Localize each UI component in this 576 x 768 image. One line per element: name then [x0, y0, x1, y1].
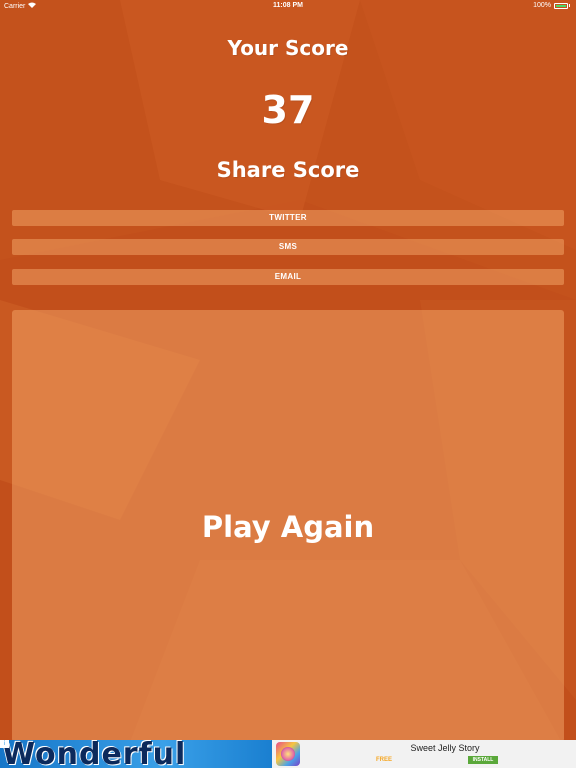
battery-icon: [554, 2, 568, 9]
status-time: 11:08 PM: [273, 2, 303, 9]
ad-info-icon[interactable]: i: [0, 740, 9, 748]
ad-install-button[interactable]: INSTALL: [468, 756, 498, 764]
play-again-button[interactable]: Play Again: [12, 310, 564, 742]
share-title: Share Score: [216, 158, 360, 182]
play-again-label: Play Again: [201, 510, 375, 544]
battery-percent: 100%: [533, 2, 551, 9]
ad-graphic-text: Wonderful: [2, 740, 187, 768]
ad-banner[interactable]: Wonderful i Sweet Jelly Story FREE INSTA…: [0, 740, 576, 768]
score-title: Your Score: [227, 36, 349, 60]
battery: 100%: [533, 2, 570, 9]
ad-app-icon[interactable]: [276, 742, 300, 766]
email-button[interactable]: EMAIL: [12, 269, 564, 285]
ad-app-title: Sweet Jelly Story: [410, 743, 480, 753]
ad-price: FREE: [376, 757, 393, 763]
status-bar: Carrier 11:08 PM 100%: [0, 0, 576, 12]
ad-graphic[interactable]: Wonderful i: [0, 740, 272, 768]
sms-button[interactable]: SMS: [12, 239, 564, 255]
score-value: 37: [261, 88, 315, 132]
twitter-button[interactable]: TWITTER: [12, 210, 564, 226]
